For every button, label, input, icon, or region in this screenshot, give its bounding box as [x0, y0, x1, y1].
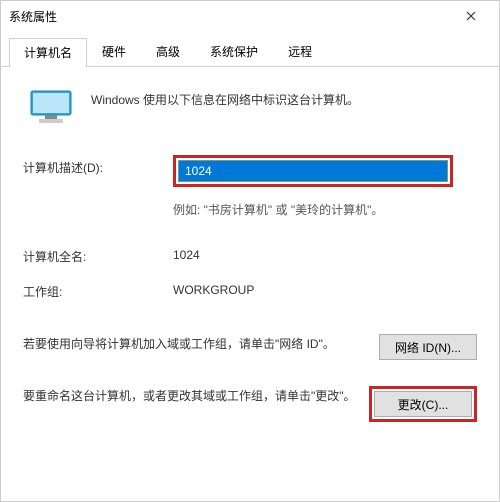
- window-title: 系统属性: [9, 8, 451, 25]
- tab-remote[interactable]: 远程: [273, 37, 327, 66]
- tab-hardware[interactable]: 硬件: [87, 37, 141, 66]
- tab-content: Windows 使用以下信息在网络中标识这台计算机。 计算机描述(D): 例如:…: [1, 67, 499, 458]
- tab-system-protection[interactable]: 系统保护: [195, 37, 273, 66]
- tab-strip: 计算机名 硬件 高级 系统保护 远程: [1, 31, 499, 67]
- tab-advanced[interactable]: 高级: [141, 37, 195, 66]
- value-fullname: 1024: [173, 244, 477, 262]
- network-id-button-wrap: 网络 ID(N)...: [379, 334, 477, 360]
- titlebar: 系统属性: [1, 1, 499, 31]
- intro-row: Windows 使用以下信息在网络中标识这台计算机。: [23, 87, 477, 125]
- label-workgroup: 工作组:: [23, 279, 173, 300]
- row-network-id: 若要使用向导将计算机加入域或工作组，请单击"网络 ID"。 网络 ID(N)..…: [23, 334, 477, 360]
- system-properties-window: 系统属性 计算机名 硬件 高级 系统保护 远程 Windows 使用以下信息在网…: [0, 0, 500, 502]
- label-description: 计算机描述(D):: [23, 155, 173, 176]
- close-icon: [466, 8, 476, 24]
- network-id-button[interactable]: 网络 ID(N)...: [379, 334, 477, 360]
- row-description: 计算机描述(D):: [23, 155, 477, 187]
- row-rename: 要重命名这台计算机，或者更改其域或工作组，请单击"更改"。 更改(C)...: [23, 386, 477, 422]
- row-workgroup: 工作组: WORKGROUP: [23, 279, 477, 300]
- rename-text: 要重命名这台计算机，或者更改其域或工作组，请单击"更改"。: [23, 386, 357, 406]
- description-input[interactable]: [178, 160, 448, 182]
- computer-icon: [29, 89, 73, 125]
- description-input-highlight: [173, 155, 453, 187]
- tab-computer-name[interactable]: 计算机名: [9, 38, 87, 67]
- row-fullname: 计算机全名: 1024: [23, 244, 477, 265]
- change-button[interactable]: 更改(C)...: [374, 391, 472, 417]
- value-workgroup: WORKGROUP: [173, 279, 477, 297]
- intro-text: Windows 使用以下信息在网络中标识这台计算机。: [91, 87, 359, 108]
- close-button[interactable]: [451, 1, 491, 31]
- rename-button-highlight: 更改(C)...: [369, 386, 477, 422]
- network-id-text: 若要使用向导将计算机加入域或工作组，请单击"网络 ID"。: [23, 334, 367, 354]
- label-fullname: 计算机全名:: [23, 244, 173, 265]
- example-text: 例如: "书房计算机" 或 "美玲的计算机"。: [173, 201, 477, 218]
